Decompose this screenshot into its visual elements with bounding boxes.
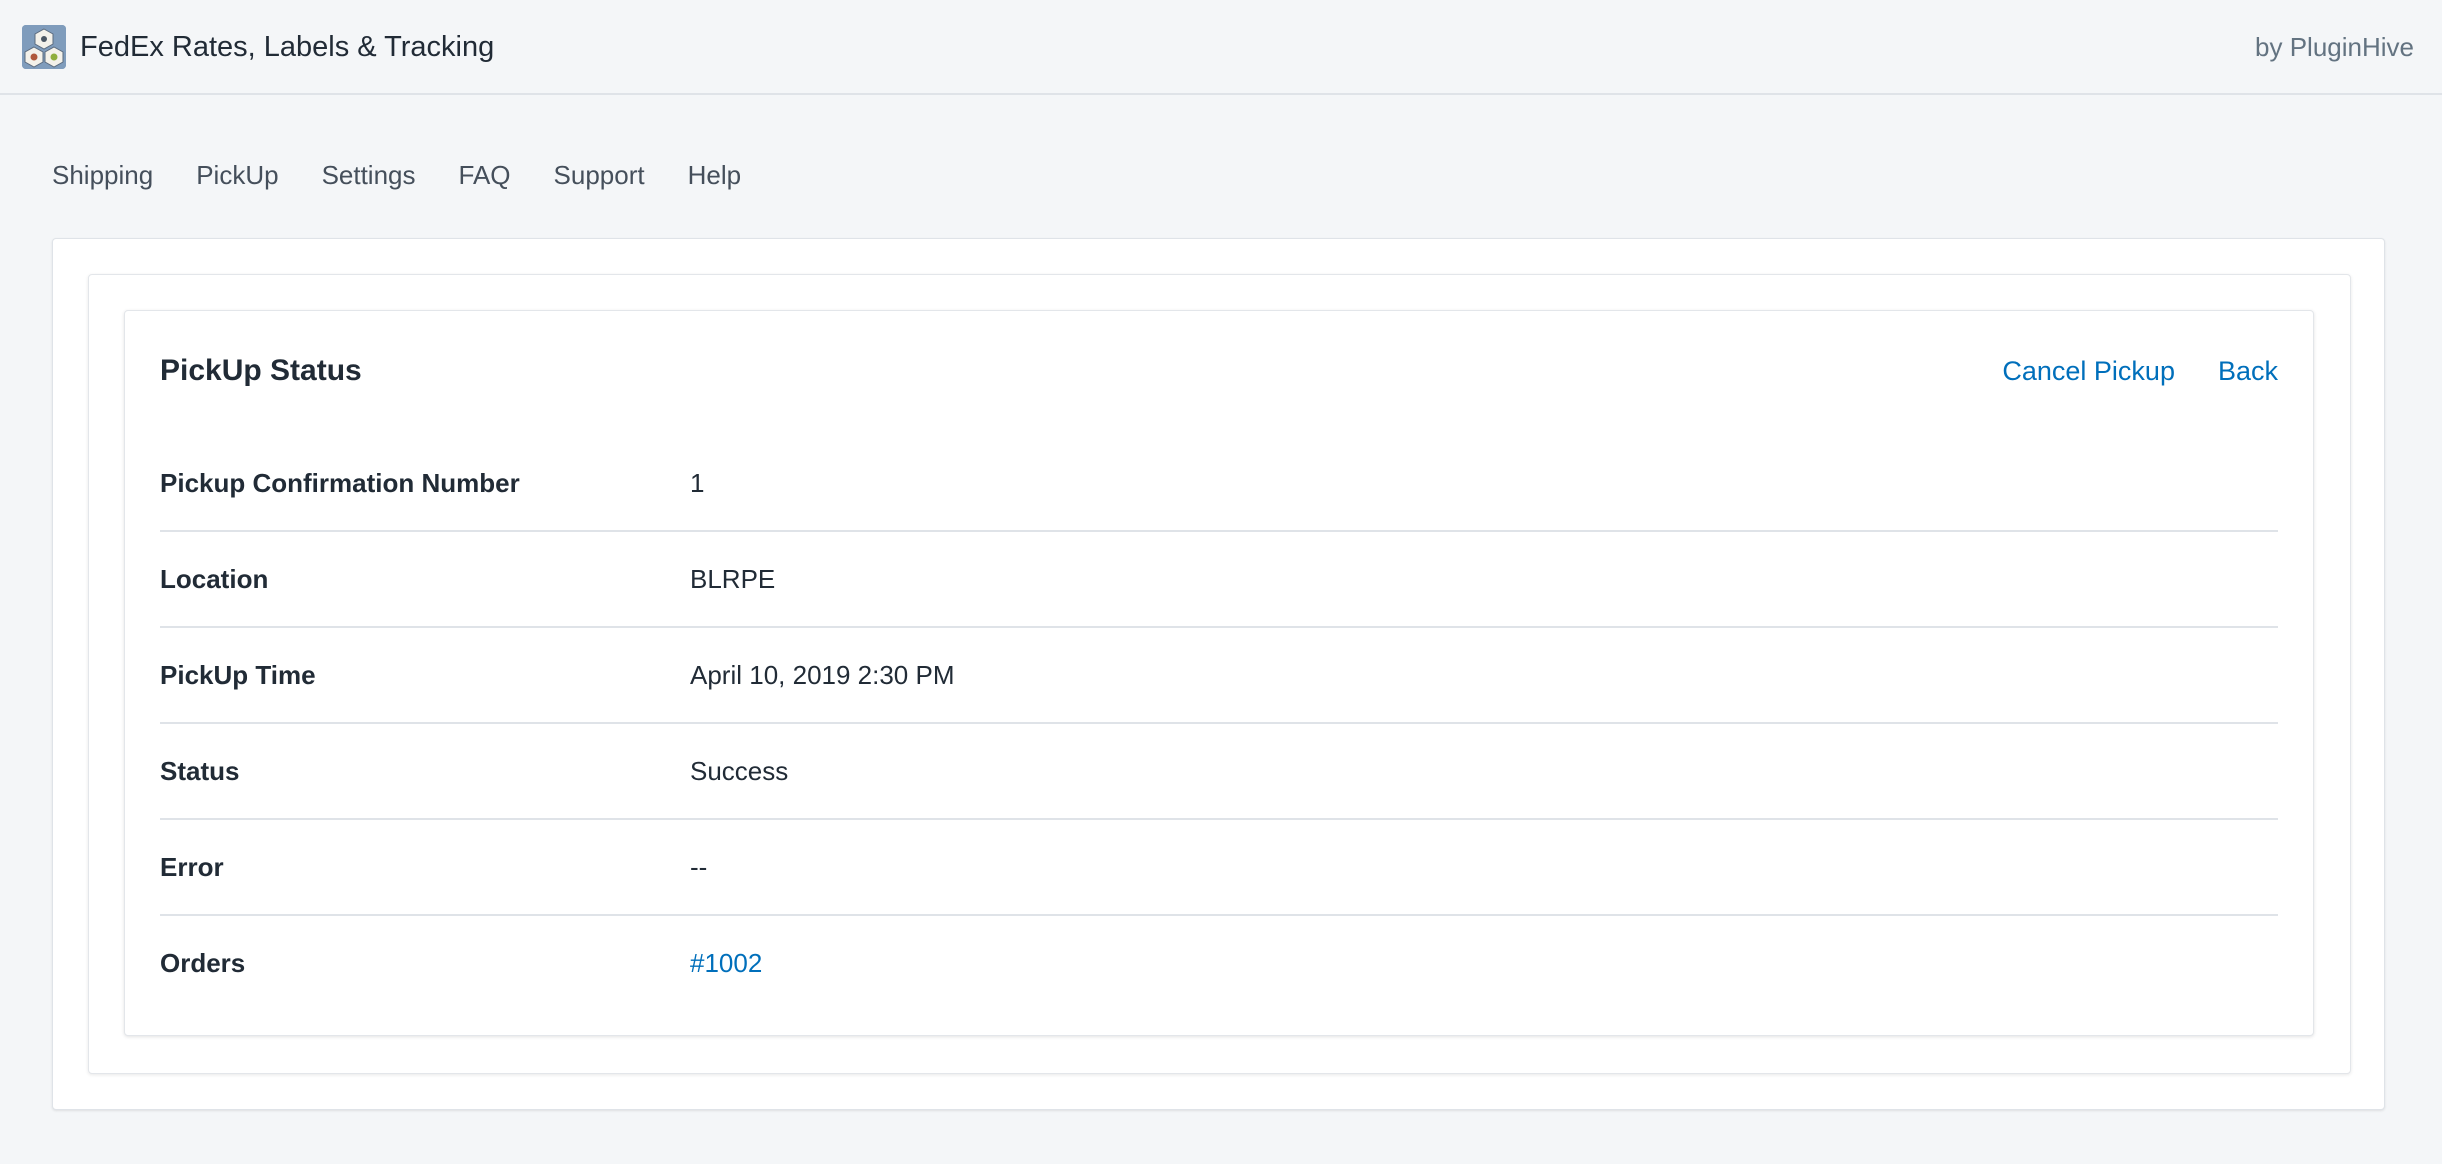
detail-row-pickup-time: PickUp Time April 10, 2019 2:30 PM xyxy=(160,628,2278,724)
detail-label: Orders xyxy=(160,948,246,978)
status-value: Success xyxy=(690,756,789,786)
detail-label: Status xyxy=(160,756,240,786)
nav-item-support[interactable]: Support xyxy=(554,157,645,193)
detail-row-confirmation-number: Pickup Confirmation Number 1 xyxy=(160,436,2278,532)
nav-item-faq[interactable]: FAQ xyxy=(459,157,511,193)
content-card-middle: PickUp Status Cancel Pickup Back Pickup … xyxy=(88,274,2351,1074)
detail-value: -- xyxy=(690,852,708,882)
detail-value: 1 xyxy=(690,468,705,498)
app-header: FedEx Rates, Labels & Tracking by Plugin… xyxy=(0,0,2442,95)
detail-label: PickUp Time xyxy=(160,660,316,690)
detail-row-orders: Orders #1002 xyxy=(160,916,2278,1012)
pickup-status-card: PickUp Status Cancel Pickup Back Pickup … xyxy=(124,310,2314,1036)
detail-row-location: Location BLRPE xyxy=(160,532,2278,628)
content-card-outer: PickUp Status Cancel Pickup Back Pickup … xyxy=(52,238,2385,1110)
card-actions: Cancel Pickup Back xyxy=(1959,353,2278,389)
detail-label: Error xyxy=(160,852,224,882)
nav-item-shipping[interactable]: Shipping xyxy=(52,157,153,193)
detail-row-error: Error -- xyxy=(160,820,2278,916)
detail-value: BLRPE xyxy=(690,564,776,594)
detail-row-status: Status Success xyxy=(160,724,2278,820)
main-nav: Shipping PickUp Settings FAQ Support Hel… xyxy=(52,157,784,193)
page-title: PickUp Status xyxy=(160,354,362,387)
nav-item-pickup[interactable]: PickUp xyxy=(196,157,278,193)
app-title: FedEx Rates, Labels & Tracking xyxy=(80,31,495,63)
nav-item-help[interactable]: Help xyxy=(688,157,741,193)
pickup-details-list: Pickup Confirmation Number 1 Location BL… xyxy=(160,436,2278,1012)
nav-item-settings[interactable]: Settings xyxy=(322,157,416,193)
detail-label: Location xyxy=(160,564,269,594)
order-link[interactable]: #1002 xyxy=(690,946,762,980)
detail-label: Pickup Confirmation Number xyxy=(160,468,520,498)
back-link[interactable]: Back xyxy=(2218,353,2278,389)
vendor-byline: by PluginHive xyxy=(2255,32,2414,62)
app-logo-icon xyxy=(22,25,66,69)
detail-value: April 10, 2019 2:30 PM xyxy=(690,660,955,690)
cancel-pickup-link[interactable]: Cancel Pickup xyxy=(2002,353,2175,389)
